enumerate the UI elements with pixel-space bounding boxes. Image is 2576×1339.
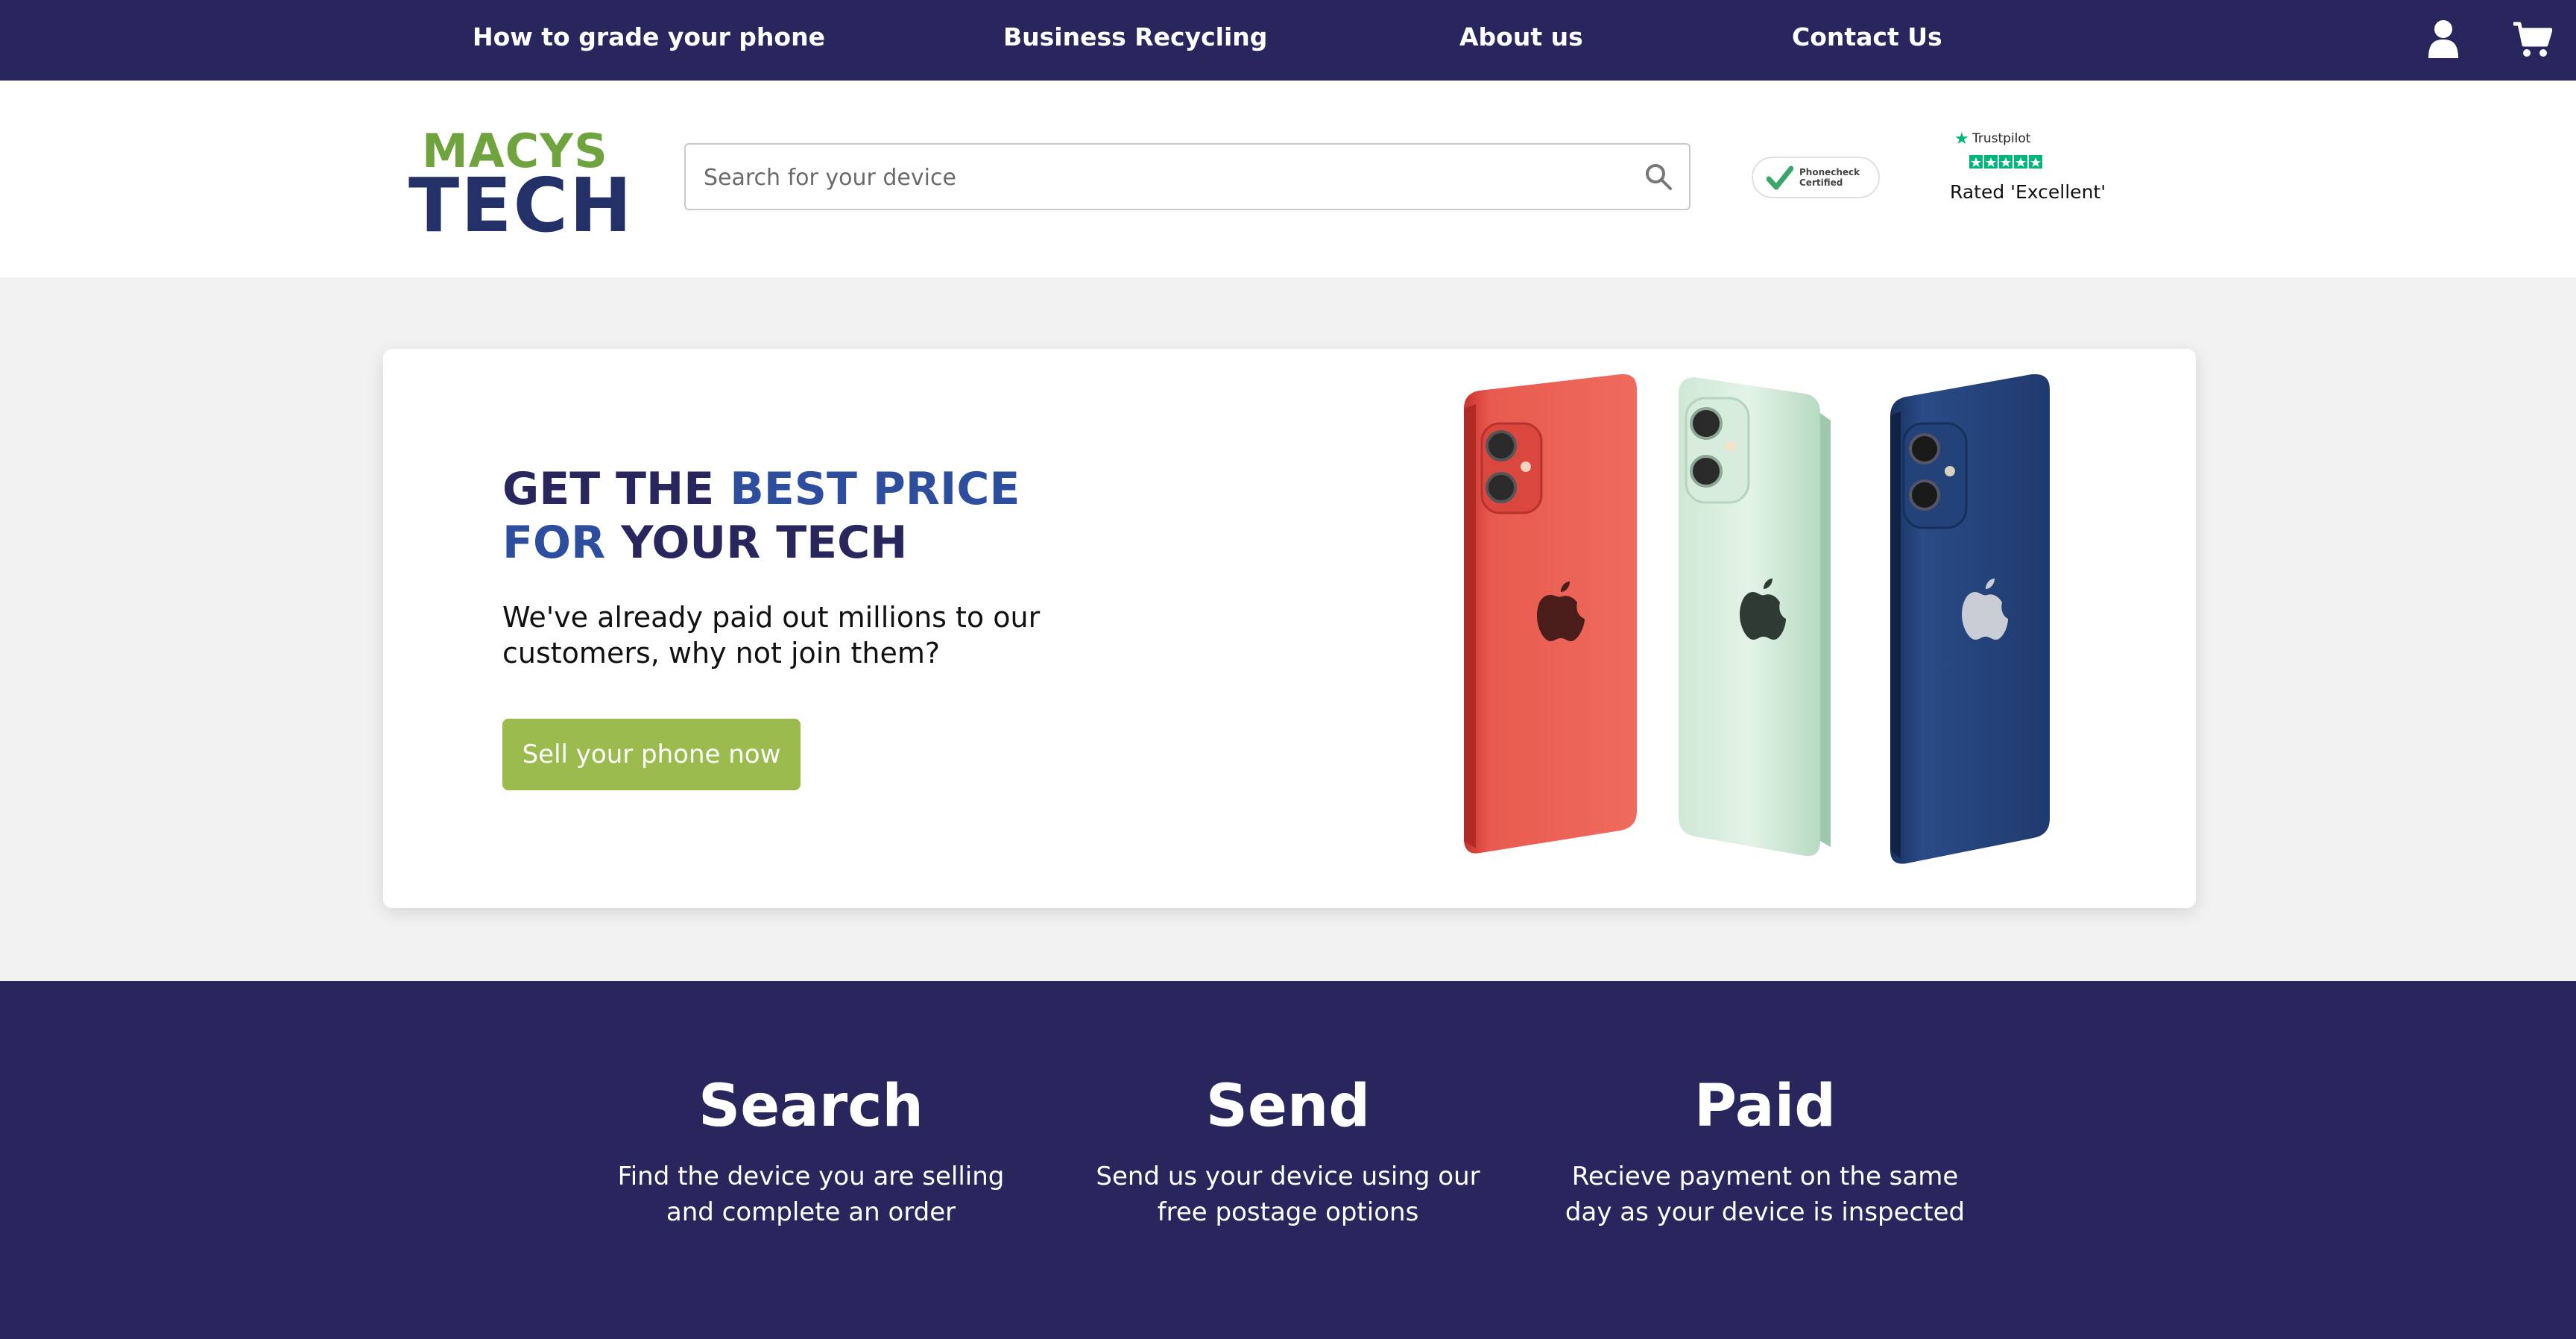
site-header: MACYS TECH Phonecheck Certified ★ Trustp… — [0, 81, 2576, 277]
step-title: Search — [698, 1073, 924, 1140]
phones-image — [1464, 374, 2050, 864]
macys-tech-logo[interactable]: MACYS TECH — [408, 125, 632, 243]
phonecheck-badge: Phonecheck Certified — [1752, 157, 1880, 198]
user-icon[interactable] — [2428, 19, 2458, 61]
step-paid: Paid Recieve payment on the same day as … — [1556, 1069, 1974, 1230]
trustpilot-star-icon: ★ — [1954, 130, 1969, 148]
search-icon[interactable] — [1644, 163, 1673, 194]
hero-title-part1: GET THE — [502, 463, 730, 515]
step-send: Send Send us your device using our free … — [1079, 1069, 1497, 1230]
hero-card: GET THE BEST PRICE FOR YOUR TECH We've a… — [383, 349, 2196, 908]
how-it-works-section: Search Find the device you are selling a… — [0, 981, 2576, 1339]
search-bar — [684, 143, 1690, 210]
nav-link-contact-us[interactable]: Contact Us — [1792, 0, 1942, 75]
step-description: Send us your device using our free posta… — [1096, 1162, 1480, 1227]
sell-phone-button[interactable]: Sell your phone now — [502, 719, 801, 790]
step-description: Find the device you are selling and comp… — [617, 1162, 1005, 1227]
nav-link-grade-phone[interactable]: How to grade your phone — [473, 0, 825, 75]
hero-title-part2: YOUR TECH — [605, 517, 908, 569]
cart-icon[interactable] — [2512, 21, 2553, 61]
step-search: Search Find the device you are selling a… — [602, 1069, 1020, 1230]
nav-link-about-us[interactable]: About us — [1459, 0, 1583, 75]
step-title: Send — [1205, 1073, 1371, 1140]
check-icon — [1766, 166, 1794, 194]
logo-text-bottom: TECH — [408, 162, 634, 249]
step-title: Paid — [1693, 1073, 1837, 1140]
step-description: Recieve payment on the same day as your … — [1565, 1162, 1966, 1227]
trustpilot-rating-stars — [1969, 155, 2044, 173]
hero-title: GET THE BEST PRICE FOR YOUR TECH — [502, 462, 1069, 570]
trustpilot-name: Trustpilot — [1972, 131, 2031, 146]
top-navigation: How to grade your phone Business Recycli… — [0, 0, 2576, 81]
search-input[interactable] — [702, 155, 1600, 200]
phonecheck-label: Phonecheck Certified — [1799, 167, 1860, 188]
trustpilot-rating-text: Rated 'Excellent' — [1950, 181, 2106, 203]
hero-subtitle: We've already paid out millions to our c… — [502, 601, 1041, 670]
nav-link-business-recycling[interactable]: Business Recycling — [1003, 0, 1267, 75]
